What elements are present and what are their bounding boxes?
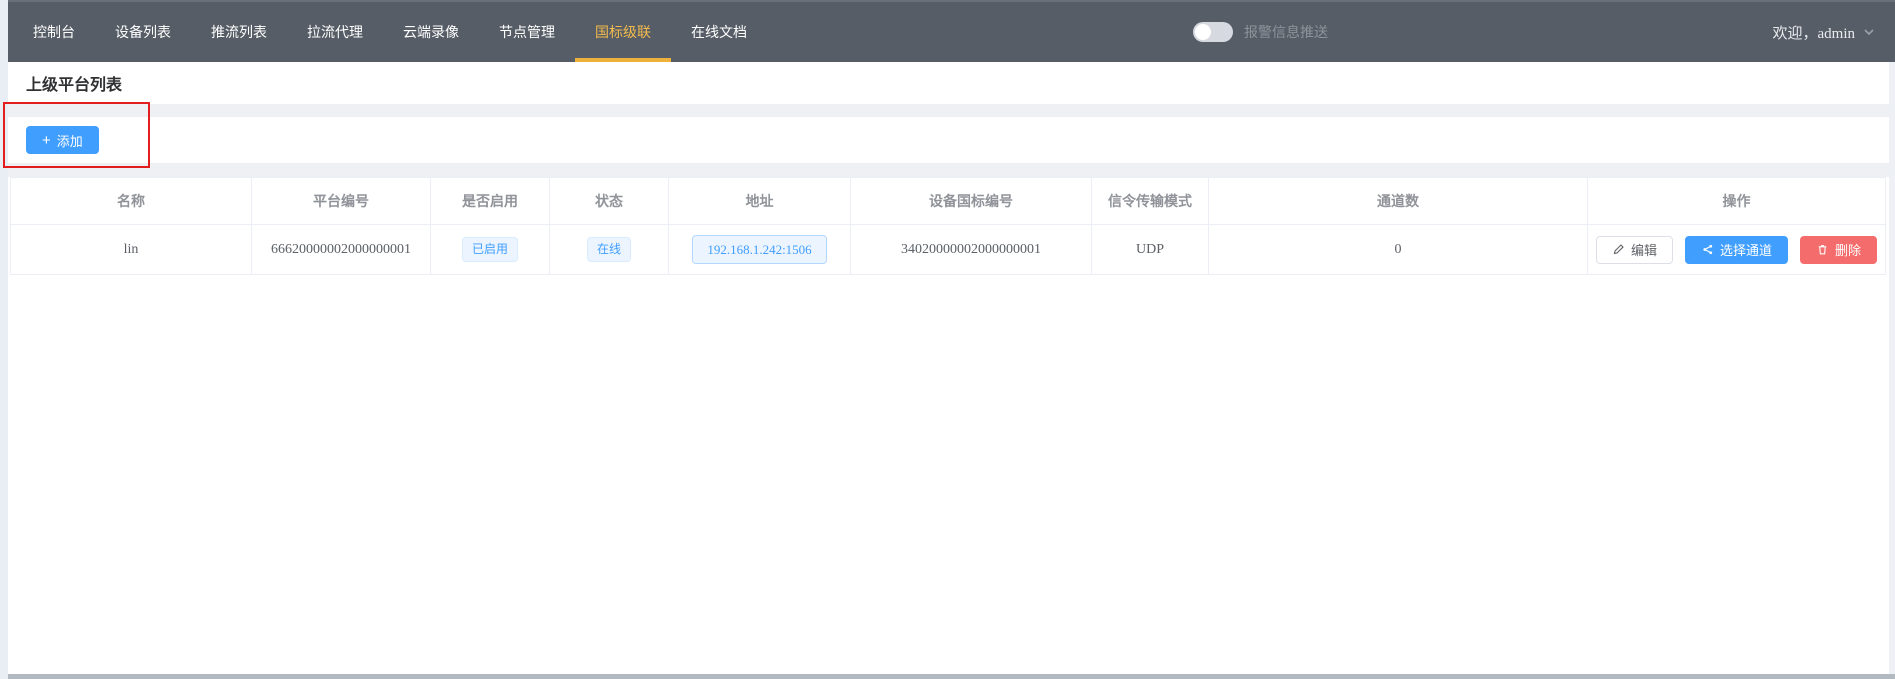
cell-enabled: 已启用 bbox=[431, 225, 550, 275]
cell-actions: 编辑 选择通道 bbox=[1588, 225, 1886, 275]
status-badge: 在线 bbox=[587, 237, 631, 261]
column-header-enabled: 是否启用 bbox=[431, 178, 550, 225]
table-header-row: 名称 平台编号 是否启用 状态 地址 设备国标编号 信令传输模式 通道数 操作 bbox=[11, 178, 1886, 225]
toggle-knob bbox=[1195, 24, 1211, 40]
nav-item-pull-proxy[interactable]: 拉流代理 bbox=[287, 2, 383, 62]
column-header-name: 名称 bbox=[11, 178, 252, 225]
alarm-push-group: 报警信息推送 bbox=[1193, 2, 1328, 62]
cell-device-gb-id: 34020000002000000001 bbox=[851, 225, 1092, 275]
content: 控制台 设备列表 推流列表 拉流代理 云端录像 节点管理 国标级联 在线文档 报… bbox=[8, 0, 1895, 679]
nav-item-device-list[interactable]: 设备列表 bbox=[95, 2, 191, 62]
right-edge-strip bbox=[1889, 62, 1895, 679]
nav-item-node-manage[interactable]: 节点管理 bbox=[479, 2, 575, 62]
edit-button[interactable]: 编辑 bbox=[1596, 236, 1673, 264]
select-channel-button[interactable]: 选择通道 bbox=[1685, 236, 1788, 264]
edit-button-label: 编辑 bbox=[1631, 240, 1657, 259]
add-button[interactable]: + 添加 bbox=[26, 126, 99, 154]
column-header-platform-id: 平台编号 bbox=[252, 178, 431, 225]
column-header-actions: 操作 bbox=[1588, 178, 1886, 225]
welcome-text: 欢迎，admin bbox=[1773, 22, 1856, 43]
enabled-tag: 已启用 bbox=[462, 237, 518, 261]
column-header-transport: 信令传输模式 bbox=[1092, 178, 1209, 225]
trash-icon bbox=[1816, 243, 1829, 256]
column-header-channels: 通道数 bbox=[1209, 178, 1588, 225]
cell-address: 192.168.1.242:1506 bbox=[669, 225, 851, 275]
top-navbar: 控制台 设备列表 推流列表 拉流代理 云端录像 节点管理 国标级联 在线文档 报… bbox=[8, 0, 1895, 62]
cell-transport: UDP bbox=[1092, 225, 1209, 275]
nav-item-gb-cascade[interactable]: 国标级联 bbox=[575, 2, 671, 62]
share-icon bbox=[1701, 243, 1714, 256]
divider-band bbox=[8, 163, 1895, 177]
toolbar: + 添加 bbox=[8, 117, 1895, 163]
page-title: 上级平台列表 bbox=[8, 71, 122, 95]
cell-channels: 0 bbox=[1209, 225, 1588, 275]
table-row: lin 66620000002000000001 已启用 在线 192.168.… bbox=[11, 225, 1886, 275]
plus-icon: + bbox=[42, 133, 51, 148]
chevron-down-icon bbox=[1863, 26, 1875, 38]
nav-item-push-list[interactable]: 推流列表 bbox=[191, 2, 287, 62]
nav-menu: 控制台 设备列表 推流列表 拉流代理 云端录像 节点管理 国标级联 在线文档 bbox=[13, 2, 767, 62]
nav-item-cloud-record[interactable]: 云端录像 bbox=[383, 2, 479, 62]
address-button[interactable]: 192.168.1.242:1506 bbox=[692, 235, 826, 265]
pencil-icon bbox=[1612, 243, 1625, 256]
platform-table: 名称 平台编号 是否启用 状态 地址 设备国标编号 信令传输模式 通道数 操作 … bbox=[10, 177, 1886, 275]
nav-item-console[interactable]: 控制台 bbox=[13, 2, 95, 62]
page-header: 上级平台列表 bbox=[8, 62, 1895, 104]
row-actions: 编辑 选择通道 bbox=[1588, 236, 1885, 264]
horizontal-scrollbar[interactable] bbox=[8, 674, 1895, 679]
nav-item-online-docs[interactable]: 在线文档 bbox=[671, 2, 767, 62]
alarm-push-label: 报警信息推送 bbox=[1244, 22, 1328, 42]
add-button-label: 添加 bbox=[57, 131, 83, 150]
delete-button-label: 删除 bbox=[1835, 240, 1861, 259]
user-menu[interactable]: 欢迎，admin bbox=[1773, 2, 1876, 62]
page: 控制台 设备列表 推流列表 拉流代理 云端录像 节点管理 国标级联 在线文档 报… bbox=[0, 0, 1895, 679]
column-header-status: 状态 bbox=[550, 178, 669, 225]
column-header-address: 地址 bbox=[669, 178, 851, 225]
delete-button[interactable]: 删除 bbox=[1800, 236, 1877, 264]
cell-name: lin bbox=[11, 225, 252, 275]
platform-table-area: 名称 平台编号 是否启用 状态 地址 设备国标编号 信令传输模式 通道数 操作 … bbox=[8, 177, 1895, 679]
divider-band bbox=[8, 104, 1895, 117]
select-channel-label: 选择通道 bbox=[1720, 240, 1772, 259]
cell-status: 在线 bbox=[550, 225, 669, 275]
cell-platform-id: 66620000002000000001 bbox=[252, 225, 431, 275]
column-header-device-gb-id: 设备国标编号 bbox=[851, 178, 1092, 225]
left-edge-strip bbox=[0, 0, 8, 679]
alarm-push-toggle[interactable] bbox=[1193, 22, 1233, 42]
